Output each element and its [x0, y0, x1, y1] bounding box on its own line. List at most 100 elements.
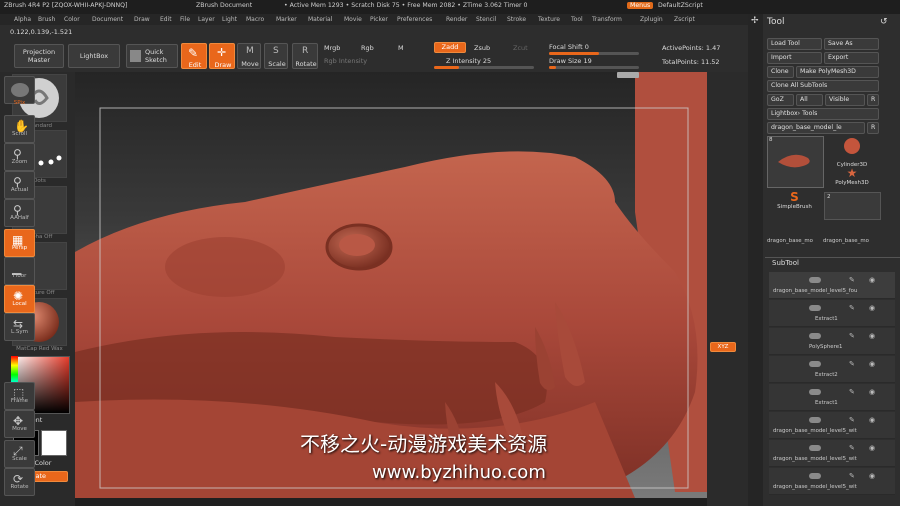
floor-button[interactable]: ▁ — [4, 257, 35, 285]
menu-picker[interactable]: Picker — [370, 16, 388, 23]
default-zscript[interactable]: DefaultZScript — [658, 2, 703, 9]
eye-icon[interactable]: ◉ — [869, 388, 875, 396]
subtool-item[interactable]: ✎ ◉ PolySphere1 — [769, 328, 895, 355]
current-tool-name[interactable]: dragon_base_model_le — [767, 122, 865, 134]
eye-icon[interactable]: ◉ — [869, 276, 875, 284]
save-as-button[interactable]: Save As — [824, 38, 879, 50]
aahalf-button[interactable]: ⚲ — [4, 199, 35, 227]
menu-file[interactable]: File — [180, 16, 190, 23]
menu-zscript[interactable]: Zscript — [674, 16, 695, 23]
menu-material[interactable]: Material — [308, 16, 332, 23]
menu-document[interactable]: Document — [92, 16, 123, 23]
local-button[interactable]: ✺ — [4, 285, 35, 313]
tool-thumb-dragon[interactable] — [767, 136, 824, 188]
menu-draw[interactable]: Draw — [134, 16, 150, 23]
clone-all-subtools-button[interactable]: Clone All SubTools — [767, 80, 879, 92]
draw-button[interactable]: ✛ Draw — [209, 43, 235, 69]
persp-button[interactable]: ▦ — [4, 229, 35, 257]
goz-visible-button[interactable]: Visible — [825, 94, 865, 106]
menu-preferences[interactable]: Preferences — [397, 16, 432, 23]
menu-alpha[interactable]: Alpha — [14, 16, 31, 23]
draw-size-slider[interactable] — [549, 66, 639, 69]
menu-light[interactable]: Light — [222, 16, 237, 23]
tool-thumb-simplebrush[interactable]: S SimpleBrush — [767, 190, 822, 218]
subtool-item[interactable]: ✎ ◉ Extract2 — [769, 356, 895, 383]
menu-edit[interactable]: Edit — [160, 16, 172, 23]
z-intensity-slider[interactable] — [434, 66, 534, 69]
subtool-item[interactable]: ✎ ◉ dragon_base_model_level5_wit — [769, 412, 895, 439]
eye-icon[interactable]: ◉ — [869, 472, 875, 480]
menus-button[interactable]: Menus — [627, 2, 654, 9]
rotate-view-button[interactable]: ⟳ — [4, 468, 35, 496]
subtool-item[interactable]: ✎ ◉ Extract1 — [769, 384, 895, 411]
frame-button[interactable]: ⬚ — [4, 382, 35, 410]
panel-reset-icon[interactable]: ↺ — [880, 17, 888, 27]
rotate-button[interactable]: R Rotate — [292, 43, 318, 69]
zsub-toggle[interactable]: Zsub — [474, 44, 490, 52]
clone-button[interactable]: Clone — [767, 66, 794, 78]
subtool-toggle[interactable] — [809, 305, 821, 311]
export-button[interactable]: Export — [824, 52, 879, 64]
tool-thumb-dragon-2[interactable]: 2 — [824, 192, 881, 220]
subtool-toggle[interactable] — [809, 473, 821, 479]
timeline-bar[interactable] — [75, 498, 707, 506]
lightbox-button[interactable]: LightBox — [68, 44, 120, 68]
menu-layer[interactable]: Layer — [198, 16, 215, 23]
goz-button[interactable]: GoZ — [767, 94, 794, 106]
menu-marker[interactable]: Marker — [276, 16, 297, 23]
m-toggle[interactable]: M — [398, 44, 404, 52]
subtool-item[interactable]: ✎ ◉ dragon_base_model_level5_wit — [769, 468, 895, 495]
tool-thumb-polymesh[interactable]: ★ PolyMesh3D — [826, 166, 878, 192]
panel-settings-icon[interactable]: ✢ — [751, 16, 759, 26]
focal-shift-slider[interactable] — [549, 52, 639, 55]
subtool-toggle[interactable] — [809, 445, 821, 451]
import-button[interactable]: Import — [767, 52, 822, 64]
menu-tool[interactable]: Tool — [571, 16, 583, 23]
edit-button[interactable]: ✎ Edit — [181, 43, 207, 69]
subtool-toggle[interactable] — [809, 389, 821, 395]
subtool-toggle[interactable] — [809, 417, 821, 423]
spix-label[interactable]: SPix — [4, 100, 35, 106]
move-button[interactable]: M Move — [237, 43, 261, 69]
zcut-toggle[interactable]: Zcut — [513, 44, 528, 52]
menu-stencil[interactable]: Stencil — [476, 16, 496, 23]
menu-macro[interactable]: Macro — [246, 16, 264, 23]
menu-render[interactable]: Render — [446, 16, 467, 23]
make-polymesh-button[interactable]: Make PolyMesh3D — [796, 66, 879, 78]
eye-icon[interactable]: ◉ — [869, 332, 875, 340]
scroll-button[interactable]: ✋ — [4, 115, 35, 143]
eye-icon[interactable]: ◉ — [869, 416, 875, 424]
zoom-button[interactable]: ⚲ — [4, 143, 35, 171]
subtool-item[interactable]: ✎ ◉ dragon_base_model_level5_wit — [769, 440, 895, 467]
menu-texture[interactable]: Texture — [538, 16, 560, 23]
rgb-toggle[interactable]: Rgb — [361, 44, 374, 52]
viewport-scrollbar[interactable] — [617, 72, 639, 78]
menu-stroke[interactable]: Stroke — [507, 16, 526, 23]
lightbox-tools-button[interactable]: Lightbox› Tools — [767, 108, 879, 120]
secondary-color-swatch[interactable] — [41, 430, 67, 456]
actual-button[interactable]: ⚲ — [4, 171, 35, 199]
rgb-intensity-slider[interactable]: Rgb Intensity — [324, 57, 367, 65]
zadd-toggle[interactable]: Zadd — [434, 42, 466, 53]
current-tool-r-button[interactable]: R — [867, 122, 879, 134]
tool-thumb-cylinder[interactable]: Cylinder3D — [826, 136, 878, 168]
menu-brush[interactable]: Brush — [38, 16, 55, 23]
load-tool-button[interactable]: Load Tool — [767, 38, 822, 50]
subtool-title[interactable]: SubTool — [772, 259, 799, 267]
subtool-toggle[interactable] — [809, 333, 821, 339]
menu-movie[interactable]: Movie — [344, 16, 362, 23]
eye-icon[interactable]: ◉ — [869, 444, 875, 452]
subtool-item[interactable]: ✎ ◉ Extract1 — [769, 300, 895, 327]
projection-master-button[interactable]: Projection Master — [14, 44, 64, 68]
move-view-button[interactable]: ✥ — [4, 410, 35, 438]
scale-view-button[interactable]: ⤢ — [4, 440, 35, 468]
menu-zplugin[interactable]: Zplugin — [640, 16, 663, 23]
eye-icon[interactable]: ◉ — [869, 304, 875, 312]
subtool-item[interactable]: ✎ ◉ dragon_base_model_level5_fou — [769, 272, 895, 299]
menu-color[interactable]: Color — [64, 16, 80, 23]
mrgb-toggle[interactable]: Mrgb — [324, 44, 340, 52]
menu-transform[interactable]: Transform — [592, 16, 622, 23]
goz-all-button[interactable]: All — [796, 94, 823, 106]
xyz-toggle[interactable]: XYZ — [710, 342, 736, 352]
quick-sketch-button[interactable]: Quick Sketch — [126, 44, 178, 68]
